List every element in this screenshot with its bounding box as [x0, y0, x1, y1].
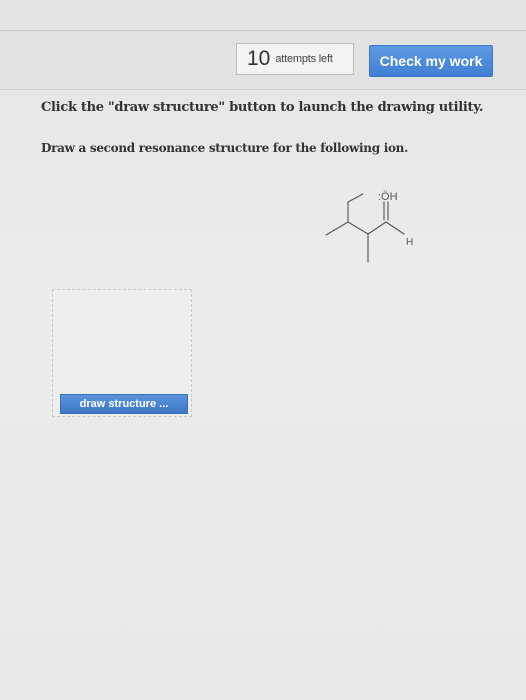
bond-6 [367, 221, 387, 235]
bond-to-h [385, 221, 405, 235]
attempts-label: attempts left [275, 53, 333, 65]
h-label: H [406, 237, 413, 248]
instruction-draw-structure: Click the "draw structure" button to lau… [41, 100, 484, 115]
bond-4 [347, 221, 369, 235]
bond-1 [347, 193, 364, 203]
draw-structure-button[interactable]: draw structure ... [60, 394, 188, 414]
check-my-work-button[interactable]: Check my work [369, 45, 493, 77]
bond-3 [325, 221, 349, 236]
attempts-indicator: 10 attempts left [236, 43, 354, 75]
attempts-count: 10 [247, 47, 271, 70]
header-bar: 10 attempts left Check my work [0, 30, 526, 90]
instruction-resonance: Draw a second resonance structure for th… [41, 141, 408, 155]
oh-label: :ÖH [378, 191, 398, 203]
molecule-structure: :ÖH H [325, 191, 413, 263]
